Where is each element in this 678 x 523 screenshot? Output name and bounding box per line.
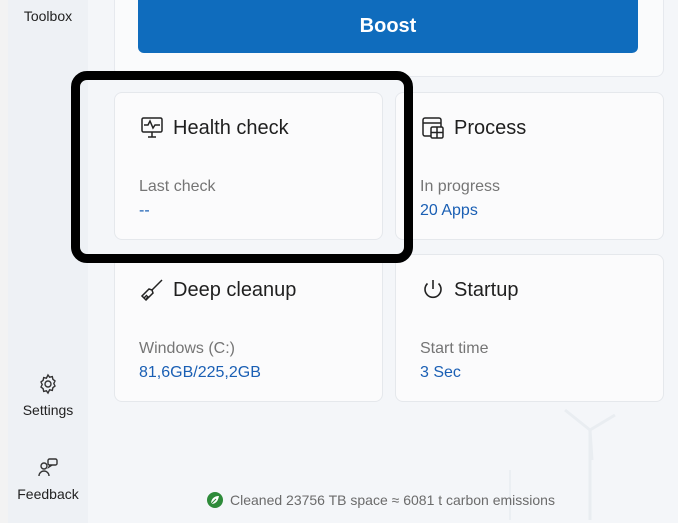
startup-card[interactable]: Startup Start time 3 Sec — [395, 254, 664, 402]
boost-button[interactable]: Boost — [138, 0, 638, 53]
card-subtitle: Windows (C:) — [139, 340, 236, 357]
card-value: 81,6GB/225,2GB — [139, 364, 261, 381]
sidebar-item-feedback[interactable]: Feedback — [8, 456, 88, 502]
card-value: 20 Apps — [420, 202, 478, 219]
sidebar-item-toolbox[interactable]: Toolbox — [8, 8, 88, 24]
window-apps-icon — [422, 117, 444, 139]
monitor-pulse-icon — [141, 117, 163, 138]
card-title: Health check — [173, 116, 289, 139]
sidebar: Toolbox Settings Feedback — [8, 0, 88, 523]
health-check-card[interactable]: Health check Last check -- — [114, 92, 383, 240]
footer-text: Cleaned 23756 TB space ≈ 6081 t carbon e… — [230, 492, 555, 508]
card-header: Health check — [139, 115, 289, 141]
card-title: Startup — [454, 278, 519, 301]
footer-status: Cleaned 23756 TB space ≈ 6081 t carbon e… — [206, 491, 555, 509]
card-header: Deep cleanup — [139, 277, 296, 303]
eco-leaf-icon — [207, 492, 223, 508]
card-value: 3 Sec — [420, 364, 461, 381]
power-icon — [424, 280, 442, 299]
process-card[interactable]: Process In progress 20 Apps — [395, 92, 664, 240]
sidebar-item-settings[interactable]: Settings — [8, 372, 88, 418]
deep-cleanup-card[interactable]: Deep cleanup Windows (C:) 81,6GB/225,2GB — [114, 254, 383, 402]
sidebar-item-label: Toolbox — [23, 8, 73, 24]
broom-icon — [140, 279, 163, 302]
card-subtitle: Start time — [420, 340, 489, 357]
sidebar-item-label: Feedback — [17, 486, 79, 502]
card-header: Process — [420, 115, 526, 141]
gear-icon — [40, 373, 56, 395]
card-header: Startup — [420, 277, 518, 303]
card-title: Process — [454, 116, 527, 139]
card-title: Deep cleanup — [173, 278, 297, 301]
sidebar-item-label: Settings — [22, 402, 74, 418]
card-value: -- — [139, 202, 150, 219]
feedback-icon — [38, 458, 58, 477]
card-subtitle: Last check — [139, 178, 216, 195]
card-subtitle: In progress — [420, 178, 501, 195]
